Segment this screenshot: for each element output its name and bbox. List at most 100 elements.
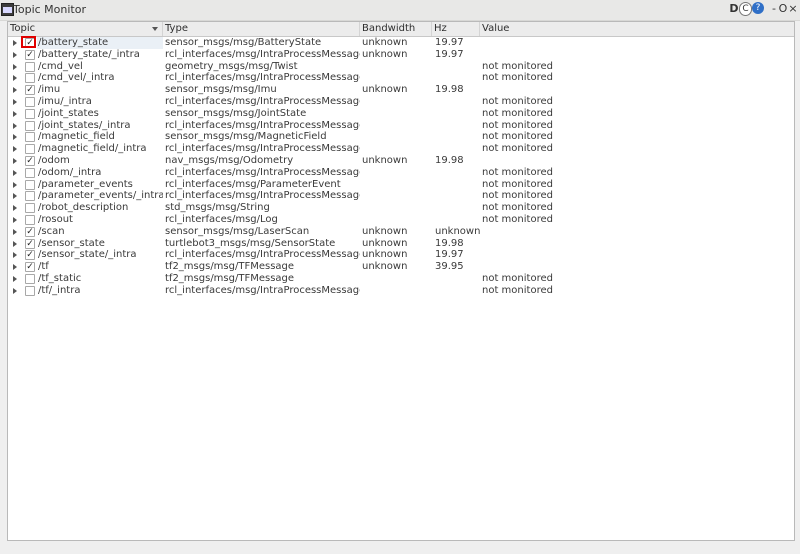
monitor-checkbox[interactable] — [25, 215, 35, 225]
type-cell: rcl_interfaces/msg/IntraProcessMessage — [165, 48, 360, 60]
type-cell: sensor_msgs/msg/Imu — [165, 84, 277, 96]
topic-row[interactable]: /imu/_intra rcl_interfaces/msg/IntraProce… — [8, 96, 794, 108]
topic-cell: /scan — [38, 225, 65, 237]
topic-row[interactable]: /rosout rcl_interfaces/msg/Log not monitor… — [8, 214, 794, 226]
expand-arrow-icon[interactable] — [13, 252, 17, 259]
header-topic[interactable]: Topic — [8, 22, 163, 36]
expand-arrow-icon[interactable] — [13, 146, 17, 153]
expand-arrow-icon[interactable] — [13, 287, 17, 294]
monitor-checkbox[interactable] — [25, 61, 35, 72]
sort-descending-icon — [152, 27, 158, 31]
expand-arrow-icon[interactable] — [13, 40, 17, 46]
monitor-checkbox[interactable]: ✓ — [25, 226, 35, 237]
type-cell: tf2_msgs/msg/TFMessage — [165, 261, 295, 273]
expand-arrow-icon[interactable] — [13, 63, 17, 70]
topic-cell: /tf_static — [38, 273, 82, 284]
monitor-checkbox[interactable] — [25, 179, 35, 190]
expand-arrow-icon[interactable] — [13, 205, 17, 212]
topic-row[interactable]: ✓/odom nav_msgs/msg/Odometry unknown 19.98 — [8, 155, 794, 167]
bandwidth-cell: unknown — [362, 84, 408, 96]
value-cell: not monitored — [482, 166, 553, 178]
monitor-checkbox[interactable] — [25, 203, 35, 214]
topic-row[interactable]: /magnetic_field sensor_msgs/msg/MagneticF… — [8, 131, 794, 143]
topic-row[interactable]: /odom/_intra rcl_interfaces/msg/IntraProc… — [8, 167, 794, 179]
expand-arrow-icon[interactable] — [13, 264, 17, 271]
type-cell: turtlebot3_msgs/msg/SensorState — [165, 237, 336, 249]
topic-cell: /joint_states/_intra — [38, 119, 131, 131]
topic-row[interactable]: /magnetic_field/_intra rcl_interfaces/msg… — [8, 143, 794, 155]
monitor-checkbox[interactable] — [25, 108, 35, 119]
topic-row[interactable]: /tf_static tf2_msgs/msg/TFMessage not moni… — [8, 273, 794, 285]
topic-row[interactable]: /parameter_events/_intra rcl_interfaces/m… — [8, 190, 794, 202]
expand-arrow-icon[interactable] — [13, 193, 17, 200]
close-button[interactable]: × — [788, 2, 798, 16]
bandwidth-cell: unknown — [362, 225, 408, 237]
topic-row[interactable]: /tf/_intra rcl_interfaces/msg/IntraProces… — [8, 285, 794, 297]
value-cell: not monitored — [482, 107, 553, 119]
expand-arrow-icon[interactable] — [13, 181, 17, 188]
monitor-checkbox[interactable] — [25, 285, 35, 296]
hz-cell: 19.98 — [435, 155, 464, 166]
header-hz[interactable]: Hz — [432, 22, 480, 36]
topic-row[interactable]: /cmd_vel geometry_msgs/msg/Twist not monit… — [8, 61, 794, 73]
expand-arrow-icon[interactable] — [13, 75, 17, 82]
expand-arrow-icon[interactable] — [13, 276, 17, 282]
expand-arrow-icon[interactable] — [13, 87, 17, 94]
monitor-checkbox[interactable] — [25, 120, 35, 131]
type-cell: nav_msgs/msg/Odometry — [165, 155, 294, 166]
header-type[interactable]: Type — [163, 22, 360, 36]
topic-row[interactable]: ✓/sensor_state/_intra rcl_interfaces/msg/… — [8, 249, 794, 261]
topic-row[interactable]: ✓/tf tf2_msgs/msg/TFMessage unknown 39.95 — [8, 261, 794, 273]
topic-row[interactable]: ✓/scan sensor_msgs/msg/LaserScan unknown un… — [8, 226, 794, 238]
topic-row[interactable]: /joint_states/_intra rcl_interfaces/msg/I… — [8, 120, 794, 132]
topic-row[interactable]: /cmd_vel/_intra rcl_interfaces/msg/IntraP… — [8, 72, 794, 84]
topic-tree-view[interactable]: Topic Type Bandwidth Hz Value ✓/battery_… — [7, 21, 795, 541]
monitor-checkbox[interactable]: ✓ — [25, 156, 35, 166]
monitor-checkbox[interactable]: ✓ — [25, 85, 35, 96]
reload-icon[interactable]: C — [739, 2, 752, 16]
monitor-checkbox[interactable] — [25, 73, 35, 84]
hz-cell: 19.98 — [435, 84, 464, 96]
bandwidth-cell: unknown — [362, 237, 408, 249]
topic-cell: /cmd_vel/_intra — [38, 72, 115, 84]
monitor-checkbox[interactable]: ✓ — [25, 262, 35, 273]
topic-row[interactable]: /robot_description std_msgs/msg/String not… — [8, 202, 794, 214]
expand-arrow-icon[interactable] — [13, 169, 17, 176]
monitor-checkbox[interactable] — [25, 191, 35, 202]
topic-cell: /parameter_events — [38, 178, 133, 190]
hz-cell: 19.98 — [435, 237, 464, 249]
value-cell: not monitored — [482, 131, 553, 143]
topic-row[interactable]: ✓/sensor_state turtlebot3_msgs/msg/Sensor… — [8, 238, 794, 250]
monitor-checkbox[interactable] — [25, 132, 35, 143]
monitor-checkbox[interactable]: ✓ — [25, 250, 35, 261]
topic-cell: /battery_state/_intra — [38, 48, 140, 60]
header-bandwidth[interactable]: Bandwidth — [360, 22, 432, 36]
monitor-checkbox[interactable]: ✓ — [25, 49, 35, 60]
expand-arrow-icon[interactable] — [13, 217, 17, 223]
topic-row[interactable]: /parameter_events rcl_interfaces/msg/Para… — [8, 179, 794, 191]
topic-cell: /odom — [38, 155, 70, 166]
monitor-checkbox[interactable] — [25, 144, 35, 155]
topic-row[interactable]: ✓/battery_state/_intra rcl_interfaces/msg… — [8, 49, 794, 61]
value-cell: not monitored — [482, 273, 553, 284]
expand-arrow-icon[interactable] — [13, 110, 17, 117]
monitor-checkbox[interactable] — [25, 274, 35, 284]
expand-arrow-icon[interactable] — [13, 228, 17, 235]
bandwidth-cell: unknown — [362, 155, 408, 166]
topic-row[interactable]: /joint_states sensor_msgs/msg/JointState n… — [8, 108, 794, 120]
help-icon[interactable]: ? — [752, 2, 764, 14]
topic-row[interactable]: ✓/battery_state sensor_msgs/msg/BatterySt… — [8, 37, 794, 49]
bandwidth-cell: unknown — [362, 261, 408, 273]
monitor-checkbox[interactable] — [25, 167, 35, 178]
expand-arrow-icon[interactable] — [13, 240, 17, 247]
topic-row[interactable]: ✓/imu sensor_msgs/msg/Imu unknown 19.98 — [8, 84, 794, 96]
monitor-checkbox[interactable]: ✓ — [25, 238, 35, 249]
maximize-button[interactable]: O — [778, 2, 788, 16]
expand-arrow-icon[interactable] — [13, 99, 17, 105]
expand-arrow-icon[interactable] — [13, 158, 17, 164]
expand-arrow-icon[interactable] — [13, 122, 17, 129]
expand-arrow-icon[interactable] — [13, 134, 17, 141]
monitor-checkbox[interactable] — [25, 97, 35, 107]
header-value[interactable]: Value — [480, 22, 794, 36]
expand-arrow-icon[interactable] — [13, 51, 17, 58]
